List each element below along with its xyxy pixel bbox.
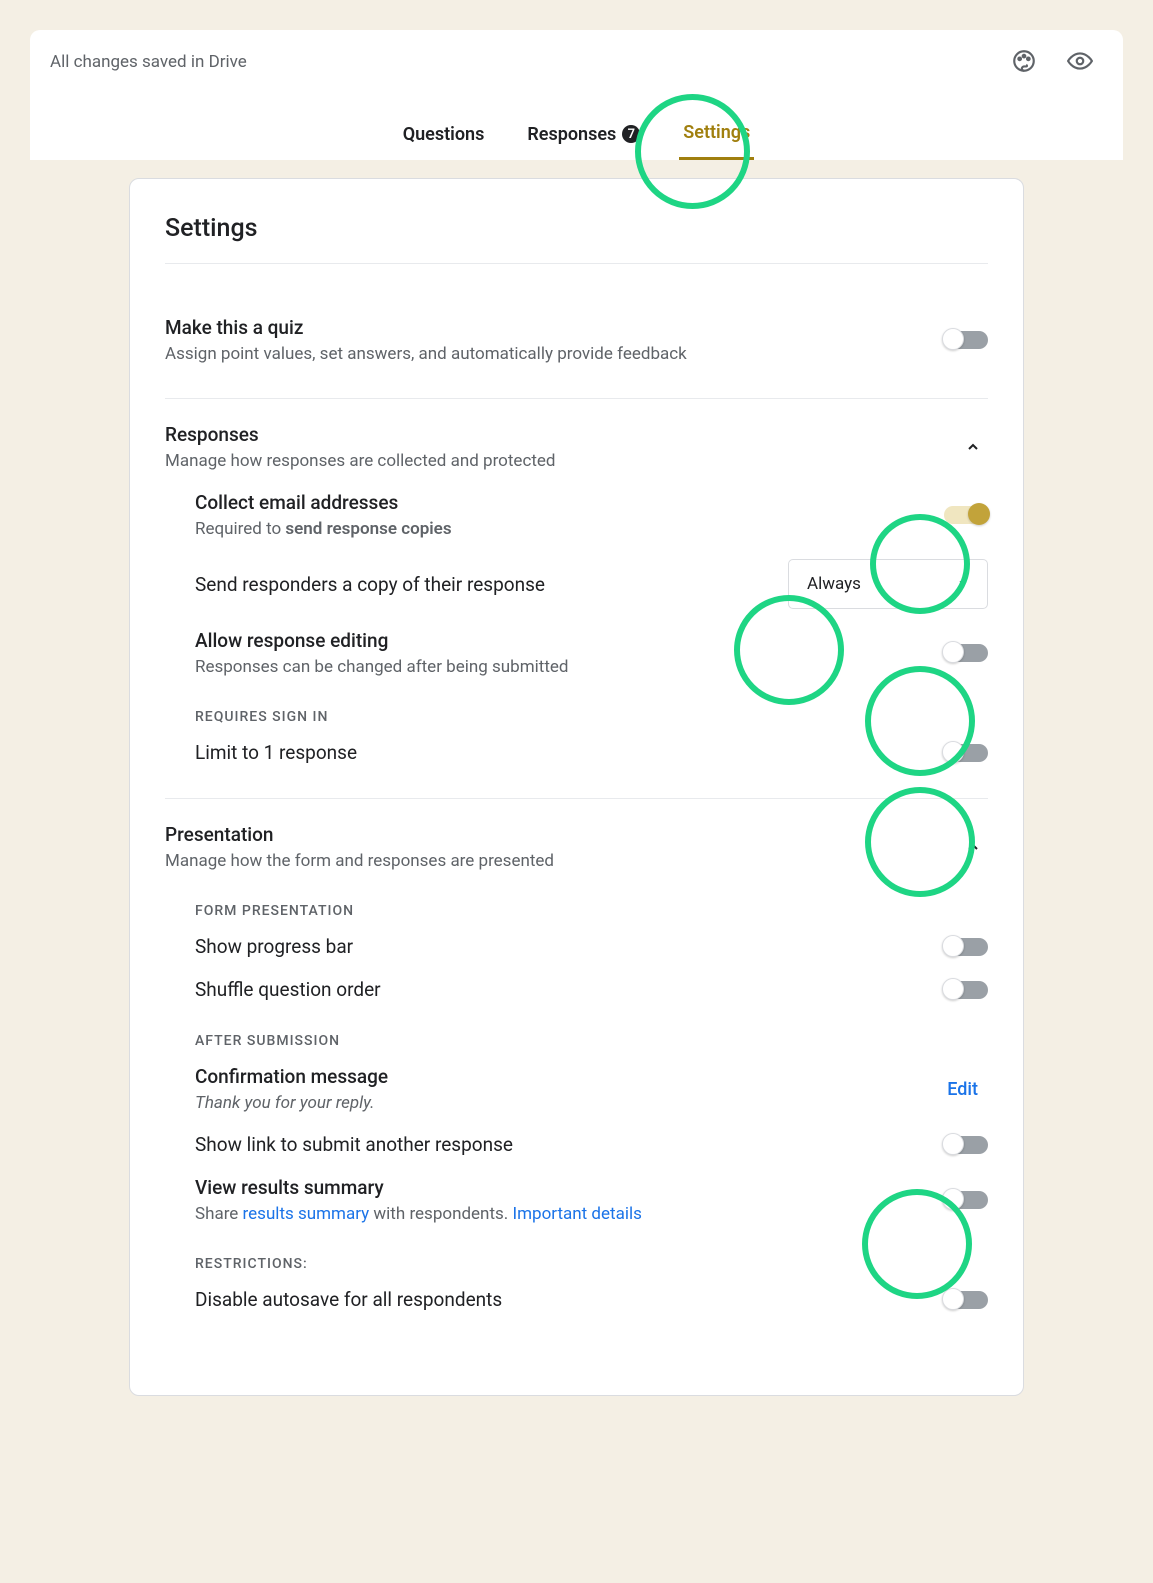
tab-label: Settings (683, 122, 750, 143)
restrictions-head: RESTRICTIONS: (195, 1256, 988, 1272)
view-results-toggle[interactable] (944, 1191, 988, 1209)
presentation-title: Presentation (165, 823, 938, 846)
topbar: All changes saved in Drive Questions Res… (30, 30, 1123, 160)
section-presentation: Presentation Manage how the form and res… (165, 799, 988, 1345)
quiz-title: Make this a quiz (165, 316, 924, 339)
view-results-title: View results summary (195, 1176, 924, 1199)
confirm-sub: Thank you for your reply. (195, 1093, 927, 1113)
quiz-sub: Assign point values, set answers, and au… (165, 344, 924, 364)
settings-card: Settings Make this a quiz Assign point v… (129, 178, 1024, 1396)
section-quiz: Make this a quiz Assign point values, se… (165, 292, 988, 399)
shuffle-toggle[interactable] (944, 981, 988, 999)
tabs: Questions Responses 7 Settings (65, 60, 1088, 160)
page-title: Settings (165, 214, 988, 243)
requires-signin-head: REQUIRES SIGN IN (195, 709, 988, 725)
quiz-toggle[interactable] (944, 331, 988, 349)
responses-count-badge: 7 (622, 125, 640, 143)
after-submission-head: AFTER SUBMISSION (195, 1033, 988, 1049)
view-results-sub: Share results summary with respondents. … (195, 1204, 924, 1224)
results-summary-link[interactable]: results summary (243, 1204, 370, 1224)
allow-edit-title: Allow response editing (195, 629, 924, 652)
shuffle-title: Shuffle question order (195, 978, 924, 1001)
tab-questions[interactable]: Questions (399, 110, 489, 160)
collect-email-sub: Required to send response copies (195, 519, 924, 539)
tab-responses[interactable]: Responses 7 (523, 110, 644, 160)
collect-email-toggle[interactable] (944, 506, 988, 524)
disable-autosave-title: Disable autosave for all respondents (195, 1288, 924, 1311)
tab-label: Responses (527, 124, 616, 145)
allow-edit-sub: Responses can be changed after being sub… (195, 657, 924, 677)
limit-toggle[interactable] (944, 744, 988, 762)
section-responses: Responses Manage how responses are colle… (165, 399, 988, 799)
send-copy-dropdown[interactable]: Always ▼ (788, 559, 988, 609)
chevron-up-icon[interactable] (958, 832, 988, 862)
responses-sub: Manage how responses are collected and p… (165, 451, 938, 471)
edit-confirmation-button[interactable]: Edit (947, 1079, 988, 1100)
tab-label: Questions (403, 124, 485, 145)
allow-edit-toggle[interactable] (944, 644, 988, 662)
progress-title: Show progress bar (195, 935, 924, 958)
palette-icon[interactable] (1011, 48, 1037, 74)
dropdown-arrow-icon: ▼ (957, 577, 969, 591)
send-copy-title: Send responders a copy of their response (195, 573, 768, 596)
form-presentation-head: FORM PRESENTATION (195, 903, 988, 919)
disable-autosave-toggle[interactable] (944, 1291, 988, 1309)
progress-toggle[interactable] (944, 938, 988, 956)
responses-title: Responses (165, 423, 938, 446)
collect-email-title: Collect email addresses (195, 491, 924, 514)
show-link-title: Show link to submit another response (195, 1133, 924, 1156)
dropdown-value: Always (807, 574, 861, 594)
important-details-link[interactable]: Important details (513, 1204, 642, 1224)
preview-icon[interactable] (1067, 48, 1093, 74)
confirm-title: Confirmation message (195, 1065, 927, 1088)
presentation-sub: Manage how the form and responses are pr… (165, 851, 938, 871)
chevron-up-icon[interactable] (958, 432, 988, 462)
tab-settings[interactable]: Settings (679, 110, 754, 160)
limit-title: Limit to 1 response (195, 741, 924, 764)
show-link-toggle[interactable] (944, 1136, 988, 1154)
save-status: All changes saved in Drive (50, 52, 247, 72)
